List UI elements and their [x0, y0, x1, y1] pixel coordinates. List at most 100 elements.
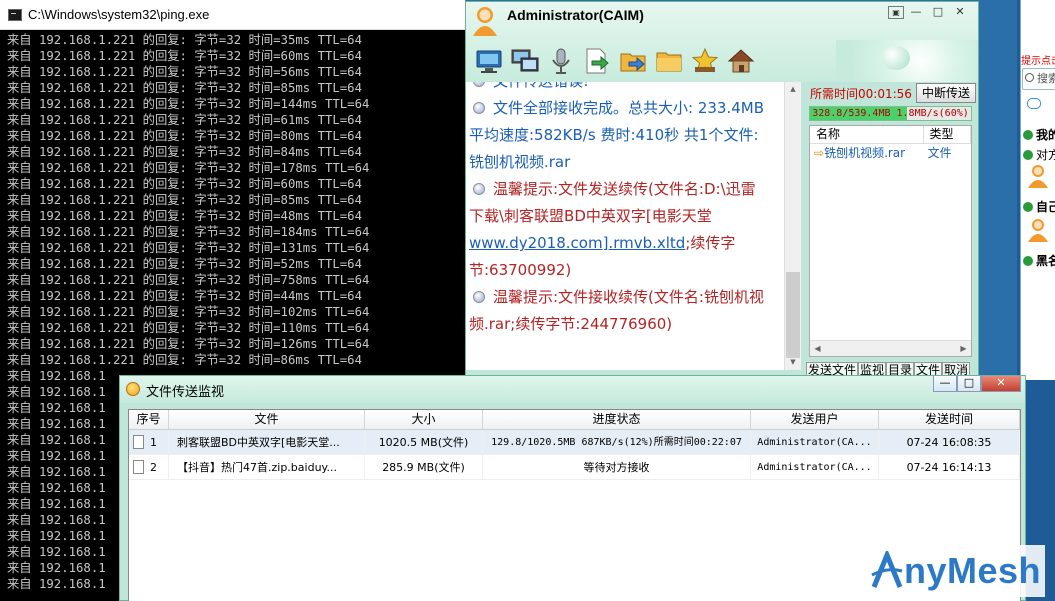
column-file[interactable]: 文件: [169, 410, 365, 429]
monitor-titlebar[interactable]: 文件传送监视 — □ ✕: [120, 376, 1025, 403]
row-send-time: 07-24 16:14:13: [879, 455, 1020, 479]
index-text: 1: [150, 436, 157, 449]
file-list-row[interactable]: ⇨铣刨机视频.rar 文件: [810, 144, 971, 162]
chat-header[interactable]: Administrator(CAIM) ▣ — □ ✕: [466, 2, 978, 82]
group-my-friends[interactable]: 我的: [1023, 126, 1055, 143]
column-send-time[interactable]: 发送时间: [879, 410, 1020, 429]
console-title: C:\Windows\system32\ping.exe: [28, 7, 210, 22]
elapsed-time: 所需时间00:01:56: [810, 87, 912, 101]
info-icon: [473, 82, 485, 87]
console-line: 来自 192.168.1.221 的回复: 字节=32 时间=60ms TTL=…: [7, 177, 362, 191]
row-file: 刺客联盟BD中英双字[电影天堂...: [169, 430, 365, 454]
group-label: 黑名: [1036, 254, 1055, 268]
file-list-hscroll[interactable]: ◀ ▶: [810, 340, 971, 356]
row-sender: Administrator(CA...: [751, 455, 879, 479]
message-line: 节:63700992): [469, 261, 572, 279]
column-name[interactable]: 名称: [810, 126, 924, 143]
table-row[interactable]: 2 【抖音】热门47首.zip.baiduy... 285.9 MB(文件) 等…: [129, 455, 1020, 480]
console-line: 来自 192.168.1.221 的回复: 字节=32 时间=85ms TTL=…: [7, 193, 362, 207]
message-line: 文件全部接收完成。总共大小: 233.4MB: [469, 95, 784, 122]
contact-panel[interactable]: 提示点击 搜索 我的 对方 自己 黑名: [1020, 0, 1055, 380]
console-line: 来自 192.168.1.221 的回复: 字节=32 时间=110ms TTL…: [7, 321, 370, 335]
row-status: 129.8/1020.5MB 687KB/s(12%)所需时间00:22:07: [483, 430, 751, 454]
console-titlebar[interactable]: C:\Windows\system32\ping.exe: [0, 0, 465, 30]
group-blacklist[interactable]: 黑名: [1023, 252, 1055, 269]
header-decoration: [836, 40, 978, 82]
minimize-button[interactable]: —: [933, 376, 957, 392]
home-icon[interactable]: [726, 46, 756, 76]
chat-title: Administrator(CAIM): [507, 7, 644, 23]
console-line: 来自 192.168.1.221 的回复: 字节=32 时间=184ms TTL…: [7, 225, 370, 239]
console-icon: [8, 8, 22, 21]
message-text: 温馨提示:文件发送续传(文件名:D:\迅雷: [493, 180, 756, 198]
minimize-button[interactable]: —: [906, 5, 926, 20]
group-contact[interactable]: 对方: [1023, 146, 1055, 163]
scroll-right-icon[interactable]: ▶: [956, 341, 971, 356]
column-index[interactable]: 序号: [129, 410, 169, 429]
send-file-icon[interactable]: [582, 46, 612, 76]
star-icon[interactable]: [690, 46, 720, 76]
arrow-right-icon: ⇨: [814, 146, 825, 160]
message-line: 下载\刺客联盟BD中英双字[电影天堂: [469, 207, 712, 225]
message-link[interactable]: www.dy2018.com].rmvb.xltd: [469, 234, 685, 252]
scroll-left-icon[interactable]: ◀: [810, 341, 825, 356]
hint-text: 提示点击: [1021, 56, 1055, 67]
monitor-title: 文件传送监视: [146, 385, 225, 400]
chat-bubble-icon[interactable]: [1027, 98, 1041, 109]
user-avatar-icon[interactable]: [1027, 164, 1049, 188]
console-line: 来自 192.168.1.221 的回复: 字节=32 时间=80ms TTL=…: [7, 129, 362, 143]
info-icon: [473, 291, 485, 303]
contact-search-input[interactable]: 搜索: [1022, 68, 1055, 90]
console-line: 来自 192.168.1.221 的回复: 字节=32 时间=84ms TTL=…: [7, 145, 362, 159]
group-self[interactable]: 自己: [1023, 198, 1055, 215]
maximize-button[interactable]: □: [928, 5, 948, 20]
folder-icon[interactable]: [654, 46, 684, 76]
message-scrollbar[interactable]: ▲ ▼: [784, 82, 801, 370]
message-history: 文件传送错误! 文件全部接收完成。总共大小: 233.4MB 平均速度:582K…: [466, 82, 784, 370]
close-button[interactable]: ✕: [981, 376, 1021, 392]
chat-window[interactable]: Administrator(CAIM) ▣ — □ ✕ 文件传送错误! 文件: [465, 1, 979, 378]
transfer-file-list[interactable]: 名称 类型 ⇨铣刨机视频.rar 文件 ◀ ▶: [809, 125, 972, 357]
table-row[interactable]: 1 刺客联盟BD中英双字[电影天堂... 1020.5 MB(文件) 129.8…: [129, 430, 1020, 455]
monitor-icon[interactable]: [474, 46, 504, 76]
expand-icon: [1023, 150, 1033, 160]
row-size: 1020.5 MB(文件): [365, 430, 483, 454]
close-button[interactable]: ✕: [950, 5, 970, 20]
send-folder-icon[interactable]: [618, 46, 648, 76]
console-line: 来自 192.168.1.221 的回复: 字节=32 时间=758ms TTL…: [7, 273, 370, 287]
user-avatar-icon[interactable]: [1027, 218, 1049, 242]
column-size[interactable]: 大小: [365, 410, 483, 429]
maximize-button[interactable]: □: [957, 376, 981, 392]
brand-name: nyMesh: [904, 550, 1042, 591]
file-name: 铣刨机视频.rar: [824, 146, 906, 160]
scroll-down-icon[interactable]: ▼: [785, 355, 801, 370]
remote-desktop-icon[interactable]: [510, 46, 540, 76]
row-sender: Administrator(CA...: [751, 430, 879, 454]
pin-button[interactable]: ▣: [888, 6, 904, 19]
row-file: 【抖音】热门47首.zip.baiduy...: [169, 455, 365, 479]
scroll-thumb[interactable]: [786, 272, 800, 358]
console-line: 来自 192.168.1.221 的回复: 字节=32 时间=48ms TTL=…: [7, 209, 362, 223]
stop-transfer-button[interactable]: 中断传送: [916, 83, 976, 103]
message-line: 温馨提示:文件接收续传(文件名:铣刨机视: [469, 284, 784, 311]
chat-toolbar: [474, 46, 756, 76]
expand-icon: [1023, 256, 1033, 266]
message-text: 文件传送错误!: [493, 82, 589, 90]
microphone-icon[interactable]: [546, 46, 576, 76]
file-icon: [133, 435, 144, 449]
row-index: 1: [129, 430, 169, 454]
message-text: 文件全部接收完成。总共大小: 233.4MB: [493, 99, 764, 117]
console-line: 来自 192.168.1.221 的回复: 字节=32 时间=44ms TTL=…: [7, 289, 362, 303]
file-type-cell: 文件: [927, 146, 952, 160]
column-status[interactable]: 进度状态: [483, 410, 751, 429]
group-label: 自己: [1036, 200, 1055, 214]
column-type[interactable]: 类型: [924, 126, 971, 143]
scroll-up-icon[interactable]: ▲: [785, 82, 801, 97]
console-line: 来自 192.168.1.221 的回复: 字节=32 时间=56ms TTL=…: [7, 65, 362, 79]
info-icon: [473, 183, 485, 195]
group-label: 我的: [1036, 128, 1055, 142]
message-text: 温馨提示:文件接收续传(文件名:铣刨机视: [493, 288, 764, 306]
column-sender[interactable]: 发送用户: [751, 410, 879, 429]
console-line: 来自 192.168.1.221 的回复: 字节=32 时间=178ms TTL…: [7, 161, 370, 175]
message-line: www.dy2018.com].rmvb.xltd;续传字: [469, 230, 784, 257]
